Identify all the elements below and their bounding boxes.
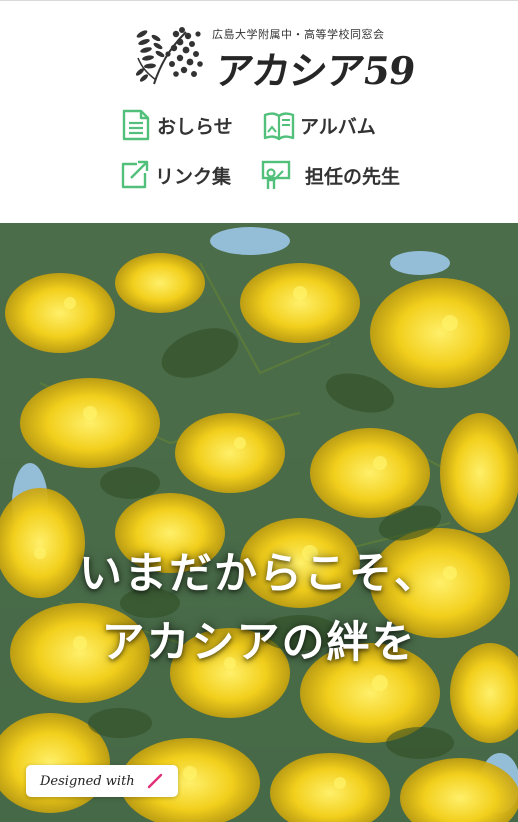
nav-label-album: アルバム bbox=[300, 115, 376, 138]
site-logo[interactable]: 広島大学附属中・高等学校同窓会 アカシア59 bbox=[134, 22, 417, 94]
logo-title: アカシア59 bbox=[212, 48, 418, 93]
nav-item-news[interactable]: おしらせ bbox=[119, 107, 233, 143]
acacia-sprig-icon bbox=[135, 27, 203, 85]
external-link-icon bbox=[121, 160, 149, 189]
designed-with-badge[interactable]: Designed with bbox=[26, 765, 178, 797]
nav-label-links: リンク集 bbox=[155, 165, 232, 188]
pencil-icon bbox=[147, 773, 162, 789]
top-divider bbox=[0, 0, 518, 1]
acacia-blossom-photo bbox=[0, 223, 518, 822]
nav-label-teacher: 担任の先生 bbox=[305, 165, 401, 188]
document-icon bbox=[122, 109, 150, 141]
nav-item-album[interactable]: アルバム bbox=[262, 107, 376, 143]
nav-item-links[interactable]: リンク集 bbox=[117, 157, 231, 193]
nav-item-teacher[interactable]: 担任の先生 bbox=[259, 157, 400, 193]
hero-headline-line2: アカシアの絆を bbox=[101, 618, 417, 668]
hero-headline-line1: いまだからこそ、 bbox=[79, 549, 439, 599]
badge-label: Designed with bbox=[40, 773, 135, 789]
album-icon bbox=[263, 112, 295, 141]
nav-label-news: おしらせ bbox=[157, 115, 233, 138]
hero-banner: いまだからこそ、 アカシアの絆を bbox=[0, 223, 518, 822]
teacher-icon bbox=[261, 160, 291, 189]
